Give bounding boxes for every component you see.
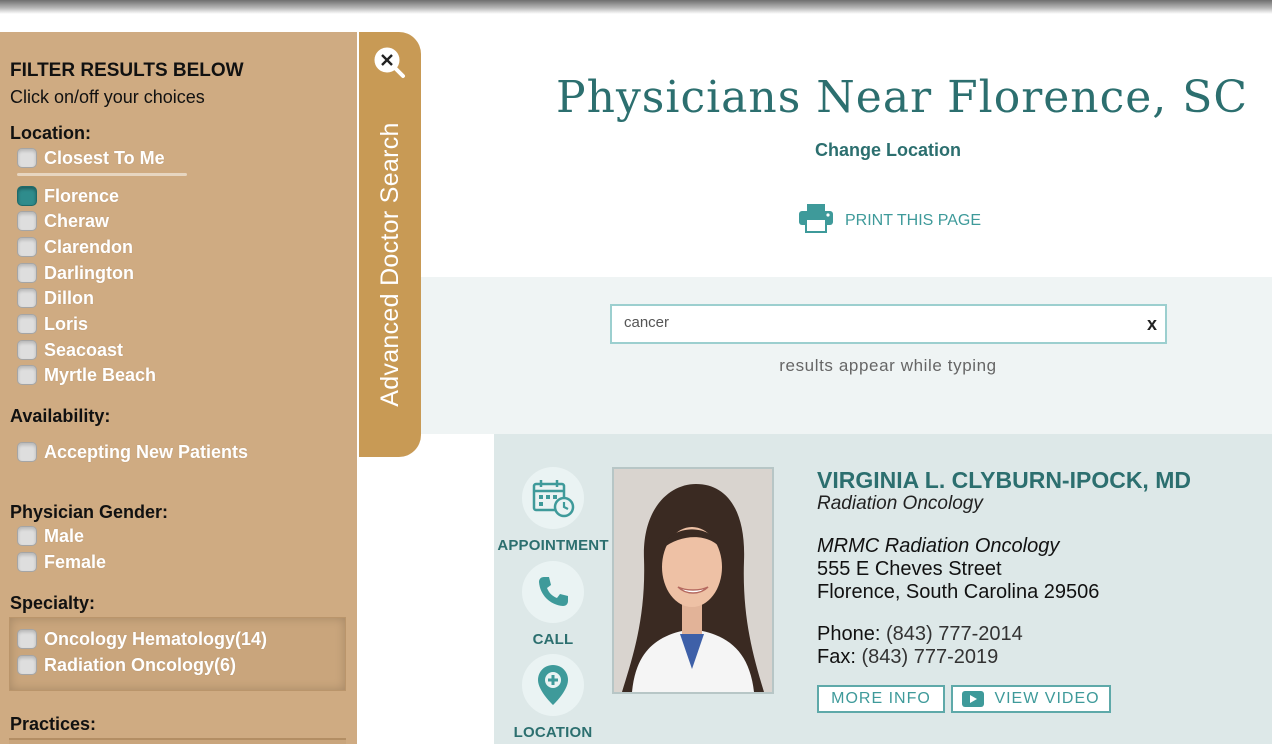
option-label: Dillon bbox=[44, 287, 94, 308]
option-label: Oncology Hematology(14) bbox=[44, 628, 268, 649]
appointment-label: APPOINTMENT bbox=[497, 537, 609, 554]
filter-loris[interactable]: Loris bbox=[17, 312, 88, 336]
filter-subtitle: Click on/off your choices bbox=[10, 87, 205, 107]
appointment-button[interactable]: APPOINTMENT bbox=[493, 467, 613, 554]
phone-line: Phone: (843) 777-2014 bbox=[817, 623, 1023, 646]
more-info-label: MORE INFO bbox=[831, 690, 931, 707]
availability-heading: Availability: bbox=[10, 406, 111, 426]
gender-heading: Physician Gender: bbox=[10, 502, 169, 522]
filter-seacoast[interactable]: Seacoast bbox=[17, 338, 123, 362]
video-play-icon bbox=[962, 691, 985, 707]
option-label: Male bbox=[44, 525, 85, 546]
option-label: Clarendon bbox=[44, 236, 134, 257]
filter-radiation-oncology[interactable]: Radiation Oncology(6) bbox=[17, 653, 236, 677]
physician-specialty: Radiation Oncology bbox=[817, 493, 983, 514]
physician-photo bbox=[612, 467, 774, 694]
fax-label: Fax: bbox=[817, 646, 856, 668]
checkbox[interactable] bbox=[17, 314, 37, 334]
filter-oncology-hematology[interactable]: Oncology Hematology(14) bbox=[17, 627, 267, 651]
checkbox[interactable] bbox=[17, 148, 37, 168]
checkbox[interactable] bbox=[17, 186, 37, 206]
fax-number: (843) 777-2019 bbox=[861, 646, 999, 668]
checkbox[interactable] bbox=[17, 211, 37, 231]
practices-list bbox=[9, 738, 346, 744]
physician-name[interactable]: VIRGINIA L. CLYBURN-IPOCK, MD bbox=[817, 467, 1191, 494]
checkbox[interactable] bbox=[17, 629, 37, 649]
view-video-button[interactable]: VIEW VIDEO bbox=[951, 685, 1111, 713]
view-video-label: VIEW VIDEO bbox=[994, 690, 1100, 707]
advanced-search-label[interactable]: Advanced Doctor Search bbox=[359, 108, 421, 420]
close-search-icon[interactable] bbox=[372, 45, 406, 79]
checkbox[interactable] bbox=[17, 288, 37, 308]
location-heading: Location: bbox=[10, 123, 91, 143]
checkbox[interactable] bbox=[17, 365, 37, 385]
option-label: Myrtle Beach bbox=[44, 364, 157, 385]
search-hint: results appear while typing bbox=[779, 356, 997, 375]
page-title: Physicians Near Florence, SC bbox=[556, 72, 1249, 123]
filter-title: FILTER RESULTS BELOW bbox=[10, 60, 244, 81]
option-label: Female bbox=[44, 551, 107, 572]
checkbox[interactable] bbox=[17, 263, 37, 283]
option-label: Radiation Oncology(6) bbox=[44, 654, 237, 675]
location-label: LOCATION bbox=[513, 724, 593, 741]
filter-accepting-new-patients[interactable]: Accepting New Patients bbox=[17, 440, 248, 464]
printer-icon bbox=[798, 203, 834, 238]
search-box[interactable]: x bbox=[610, 304, 1167, 344]
search-input[interactable] bbox=[624, 314, 1124, 331]
option-label: Cheraw bbox=[44, 210, 110, 231]
more-info-button[interactable]: MORE INFO bbox=[817, 685, 945, 713]
checkbox[interactable] bbox=[17, 237, 37, 257]
filter-darlington[interactable]: Darlington bbox=[17, 261, 134, 285]
print-page-button[interactable]: PRINT THIS PAGE bbox=[798, 203, 981, 238]
filter-female[interactable]: Female bbox=[17, 550, 106, 574]
divider bbox=[17, 173, 187, 176]
address-line-2: Florence, South Carolina 29506 bbox=[817, 581, 1100, 603]
map-pin-icon bbox=[522, 654, 584, 716]
location-button[interactable]: LOCATION bbox=[493, 654, 613, 741]
checkbox[interactable] bbox=[17, 655, 37, 675]
phone-number[interactable]: (843) 777-2014 bbox=[886, 623, 1023, 645]
change-location-link[interactable]: Change Location bbox=[815, 140, 961, 161]
filter-male[interactable]: Male bbox=[17, 524, 84, 548]
advanced-search-text: Advanced Doctor Search bbox=[375, 121, 404, 407]
specialty-heading: Specialty: bbox=[10, 593, 96, 613]
checkbox[interactable] bbox=[17, 526, 37, 546]
filter-florence[interactable]: Florence bbox=[17, 184, 119, 208]
option-label: Seacoast bbox=[44, 339, 124, 360]
filter-dillon[interactable]: Dillon bbox=[17, 286, 94, 310]
option-label: Closest To Me bbox=[44, 147, 165, 168]
calendar-icon bbox=[522, 467, 584, 529]
checkbox[interactable] bbox=[17, 552, 37, 572]
practice-name: MRMC Radiation Oncology bbox=[817, 535, 1060, 557]
filter-cheraw[interactable]: Cheraw bbox=[17, 209, 109, 233]
phone-label: Phone: bbox=[817, 623, 881, 645]
call-button[interactable]: CALL bbox=[493, 561, 613, 648]
print-label: PRINT THIS PAGE bbox=[845, 211, 982, 229]
option-label: Loris bbox=[44, 313, 89, 334]
filter-clarendon[interactable]: Clarendon bbox=[17, 235, 133, 259]
checkbox[interactable] bbox=[17, 442, 37, 462]
option-label: Darlington bbox=[44, 262, 134, 283]
filter-closest-to-me[interactable]: Closest To Me bbox=[17, 146, 165, 170]
option-label: Accepting New Patients bbox=[44, 441, 249, 462]
address-line-1: 555 E Cheves Street bbox=[817, 558, 1002, 580]
call-label: CALL bbox=[532, 631, 574, 648]
option-label: Florence bbox=[44, 185, 120, 206]
phone-icon bbox=[522, 561, 584, 623]
top-shadow bbox=[0, 0, 1272, 14]
checkbox[interactable] bbox=[17, 340, 37, 360]
filter-panel: FILTER RESULTS BELOW Click on/off your c… bbox=[0, 32, 357, 744]
clear-search-button[interactable]: x bbox=[1147, 314, 1157, 335]
fax-line: Fax: (843) 777-2019 bbox=[817, 646, 998, 669]
filter-myrtle-beach[interactable]: Myrtle Beach bbox=[17, 363, 156, 387]
practices-heading: Practices: bbox=[10, 714, 97, 734]
